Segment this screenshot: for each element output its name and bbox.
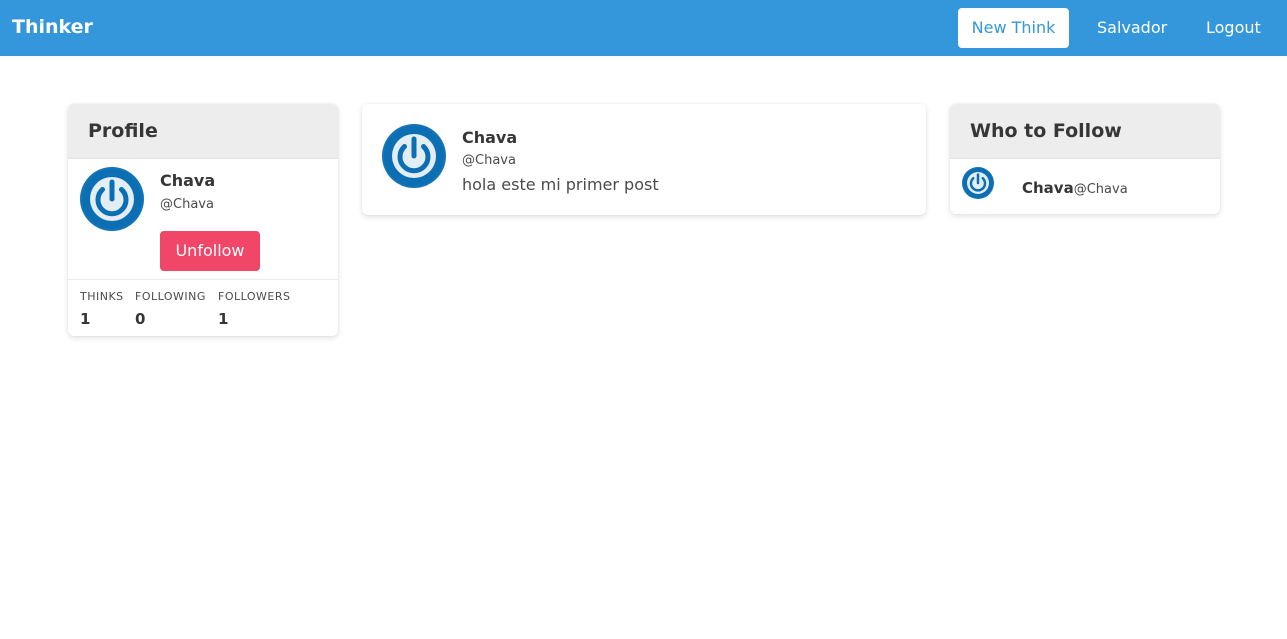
suggestion-handle: @Chava <box>1073 182 1128 197</box>
profile-divider <box>68 279 338 280</box>
suggestion-name[interactable]: Chava <box>1022 179 1074 197</box>
profile-avatar <box>80 167 144 231</box>
unfollow-button[interactable]: Unfollow <box>160 231 260 271</box>
who-to-follow-title: Who to Follow <box>950 104 1220 159</box>
power-icon <box>82 169 142 229</box>
thinks-stat-label: THINKS <box>80 290 124 303</box>
nav-user-link[interactable]: Salvador <box>1097 18 1167 37</box>
post-card: Chava @Chava hola este mi primer post <box>362 104 926 215</box>
new-think-button[interactable]: New Think <box>958 8 1069 48</box>
suggestion-item[interactable]: Chava@Chava <box>1022 179 1128 197</box>
post-content: hola este mi primer post <box>462 175 659 194</box>
who-to-follow-card: Who to Follow Chava@Chava <box>950 104 1220 214</box>
followers-stat-label: FOLLOWERS <box>218 290 291 303</box>
thinks-stat-value[interactable]: 1 <box>80 310 90 328</box>
top-navbar: Thinker New Think Salvador Logout <box>0 0 1287 56</box>
post-author-name[interactable]: Chava <box>462 128 517 147</box>
post-author-handle: @Chava <box>462 153 516 168</box>
following-stat-label: FOLLOWING <box>135 290 206 303</box>
brand-logo[interactable]: Thinker <box>12 16 93 38</box>
power-icon <box>384 126 444 186</box>
followers-stat-value[interactable]: 1 <box>218 310 228 328</box>
profile-card-title: Profile <box>68 104 338 159</box>
power-icon <box>963 168 993 198</box>
profile-card: Profile Chava @Chava Unfollow THINKS 1 F… <box>68 104 338 336</box>
profile-handle: @Chava <box>160 197 214 212</box>
suggestion-avatar <box>962 167 994 199</box>
following-stat-value[interactable]: 0 <box>135 310 145 328</box>
logout-link[interactable]: Logout <box>1206 18 1261 37</box>
post-avatar <box>382 124 446 188</box>
profile-name: Chava <box>160 171 216 190</box>
